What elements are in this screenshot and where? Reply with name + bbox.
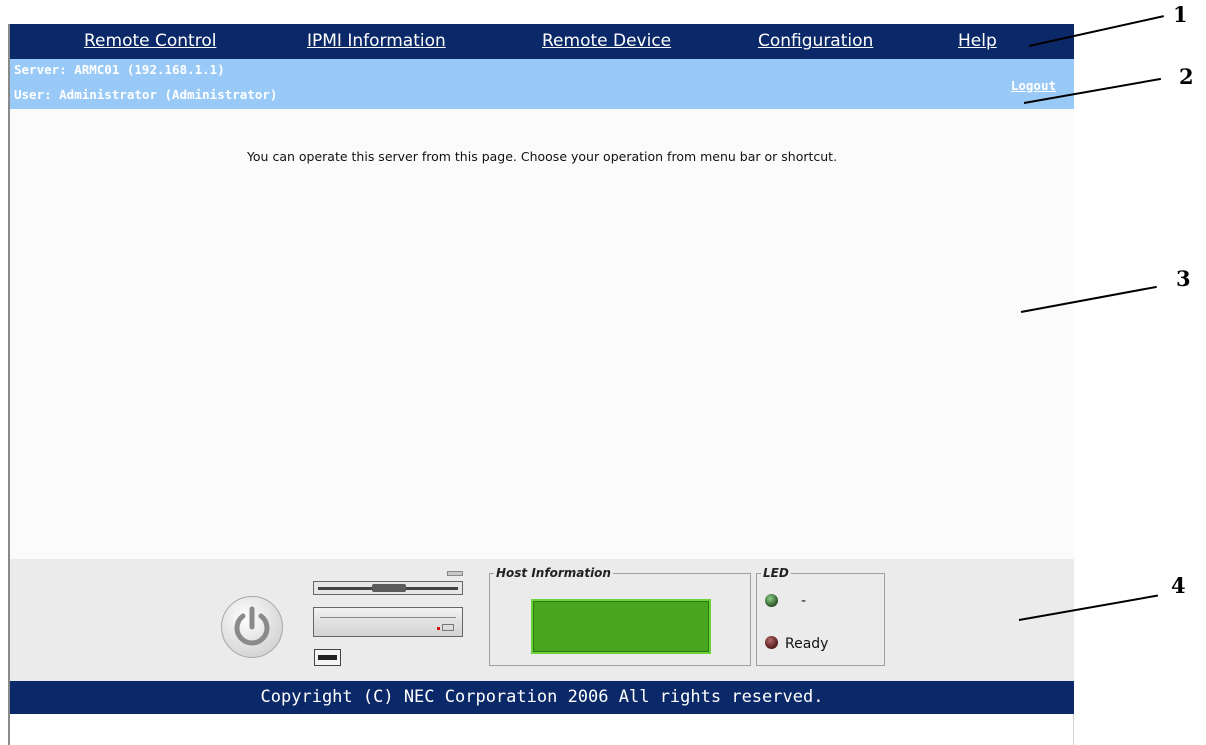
status-led-green [765,594,778,607]
floppy-drive[interactable] [313,581,463,595]
led-label: LED [761,566,791,580]
callout-number-3: 3 [1176,266,1191,291]
power-icon [234,606,270,646]
power-button[interactable] [221,596,283,658]
front-panel: Host Information LED - Ready [10,559,1074,681]
host-information-group: Host Information [489,566,751,666]
info-bar: Server: ARMC01 (192.168.1.1) User: Admin… [10,59,1074,109]
callout-number-2: 2 [1179,64,1194,89]
logout-link[interactable]: Logout [1011,78,1056,93]
menu-bar: Remote Control IPMI Information Remote D… [10,24,1074,59]
callout-number-4: 4 [1171,573,1186,598]
menu-help[interactable]: Help [958,31,997,51]
host-information-label: Host Information [494,566,613,580]
footer-copyright: Copyright (C) NEC Corporation 2006 All r… [10,681,1074,714]
led1-text: - [801,593,807,609]
drive-activity-indicator [447,571,463,576]
main-message: You can operate this server from this pa… [246,149,838,164]
status-led-red [765,636,778,649]
server-info: Server: ARMC01 (192.168.1.1) [14,62,225,77]
menu-remote-device[interactable]: Remote Device [542,31,671,51]
led2-text: Ready [785,636,829,652]
menu-ipmi-information[interactable]: IPMI Information [307,31,446,51]
main-content: You can operate this server from this pa… [10,109,1074,559]
callout-number-1: 1 [1173,2,1188,27]
led-group: LED - Ready [756,566,885,666]
usb-port-icon[interactable] [314,649,341,666]
optical-drive[interactable] [313,607,463,637]
menu-configuration[interactable]: Configuration [758,31,873,51]
menu-remote-control[interactable]: Remote Control [84,31,216,51]
host-lcd-display [531,599,711,654]
user-info: User: Administrator (Administrator) [14,87,278,102]
